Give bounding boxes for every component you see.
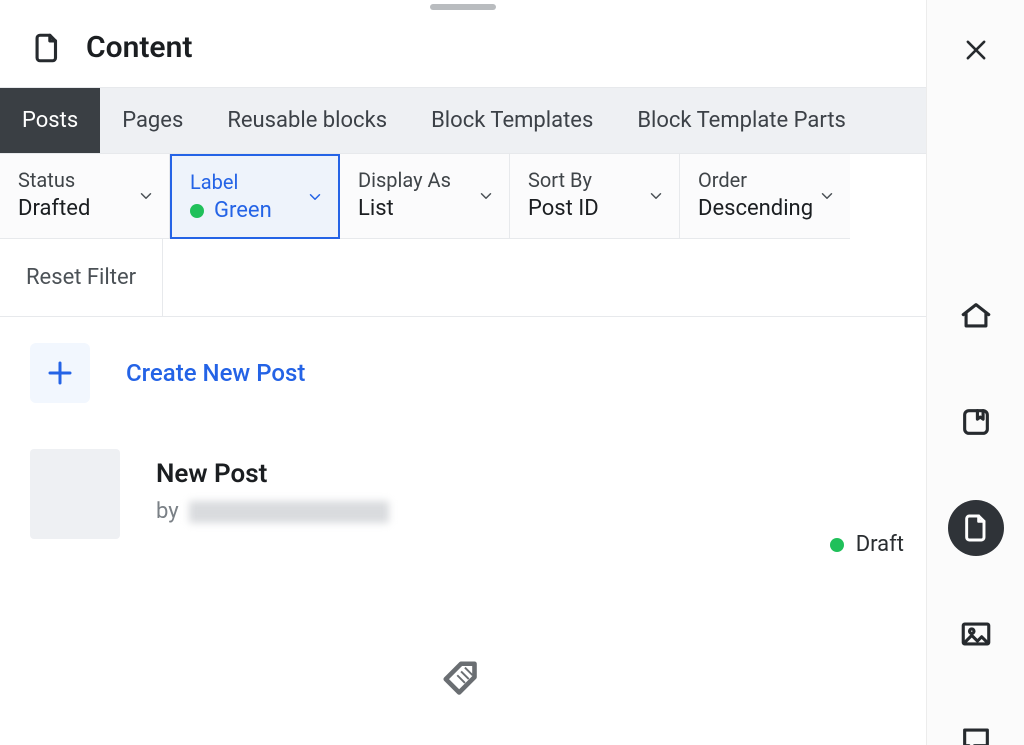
post-status: Draft [830, 532, 904, 557]
filter-status[interactable]: Status Drafted [0, 154, 170, 239]
filter-value: List [358, 196, 491, 221]
status-text: Draft [856, 532, 904, 557]
filter-label-color[interactable]: Label Green [170, 154, 340, 239]
plus-button[interactable] [30, 343, 90, 403]
create-label: Create New Post [126, 359, 305, 387]
close-icon [962, 36, 990, 64]
chevron-down-icon [818, 187, 836, 205]
chat-icon [959, 723, 993, 745]
post-thumbnail [30, 449, 120, 539]
bookmark-icon [959, 405, 993, 439]
chevron-down-icon [647, 187, 665, 205]
content-tabs: Posts Pages Reusable blocks Block Templa… [0, 87, 926, 154]
tag-handle[interactable] [440, 658, 486, 708]
reset-row: Reset Filter [0, 239, 926, 317]
filter-label: Label [190, 170, 320, 194]
filter-sort-by[interactable]: Sort By Post ID [510, 154, 680, 239]
color-dot-icon [190, 204, 204, 218]
filters-row: Status Drafted Label Green Display As Li… [0, 154, 926, 239]
post-byline: by [156, 499, 389, 524]
tab-posts[interactable]: Posts [0, 88, 100, 153]
rail-media[interactable] [948, 606, 1004, 662]
rail-content[interactable] [948, 500, 1004, 556]
filter-order[interactable]: Order Descending [680, 154, 850, 239]
page-icon [960, 512, 992, 544]
rail-comments[interactable] [948, 712, 1004, 745]
filter-label: Order [698, 168, 832, 192]
by-prefix: by [156, 499, 179, 524]
page-icon [30, 31, 64, 65]
post-item[interactable]: New Post by Draft [0, 429, 926, 539]
home-icon [959, 299, 993, 333]
filter-value: Green [190, 198, 320, 223]
plus-icon [45, 358, 75, 388]
tab-block-templates[interactable]: Block Templates [409, 88, 615, 153]
chevron-down-icon [137, 187, 155, 205]
reset-filter-button[interactable]: Reset Filter [0, 239, 163, 316]
filter-value-text: Green [214, 198, 272, 223]
filter-label: Status [18, 168, 151, 192]
tab-block-template-parts[interactable]: Block Template Parts [615, 88, 868, 153]
page-title: Content [86, 30, 192, 65]
tag-icon [440, 658, 486, 704]
create-new-post[interactable]: Create New Post [0, 317, 926, 429]
filter-display-as[interactable]: Display As List [340, 154, 510, 239]
drag-handle[interactable] [430, 4, 496, 10]
filter-label: Display As [358, 168, 491, 192]
content-panel: Content Posts Pages Reusable blocks Bloc… [0, 0, 926, 745]
close-button[interactable] [962, 36, 990, 68]
tab-pages[interactable]: Pages [100, 88, 205, 153]
filter-label: Sort By [528, 168, 661, 192]
rail-bookmark[interactable] [948, 394, 1004, 450]
image-icon [959, 617, 993, 651]
chevron-down-icon [477, 187, 495, 205]
right-rail [926, 0, 1024, 745]
post-title: New Post [156, 459, 389, 489]
status-dot-icon [830, 538, 844, 552]
tab-reusable-blocks[interactable]: Reusable blocks [205, 88, 409, 153]
rail-home[interactable] [948, 288, 1004, 344]
chevron-down-icon [306, 188, 324, 206]
post-author-redacted [189, 501, 389, 523]
filter-value: Drafted [18, 196, 151, 221]
filter-value: Descending [698, 196, 832, 221]
filter-value: Post ID [528, 196, 661, 221]
